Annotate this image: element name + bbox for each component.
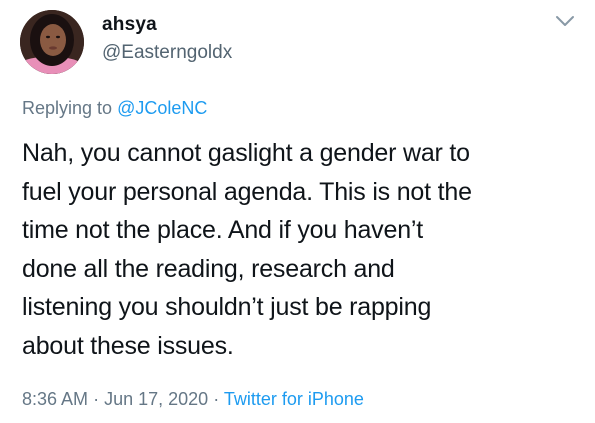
author-handle[interactable]: @Easterngoldx	[102, 42, 232, 64]
replying-to-label: Replying to	[22, 98, 113, 118]
meta-separator: ·	[213, 389, 220, 409]
tweet-source[interactable]: Twitter for iPhone	[224, 389, 364, 409]
author-display-name[interactable]: ahsya	[102, 14, 157, 36]
replying-to-mention[interactable]: @JColeNC	[117, 98, 207, 118]
tweet-meta: 8:36 AM · Jun 17, 2020 · Twitter for iPh…	[22, 389, 364, 410]
meta-separator: ·	[93, 389, 100, 409]
tweet: ahsya @Easterngoldx Replying to @JColeNC…	[0, 0, 595, 423]
chevron-down-glyph	[556, 16, 574, 26]
tweet-text: Nah, you cannot gaslight a gender war to…	[22, 139, 472, 360]
avatar-image	[20, 10, 84, 74]
chevron-down-icon[interactable]	[554, 14, 576, 28]
replying-to: Replying to @JColeNC	[22, 98, 207, 119]
tweet-date[interactable]: Jun 17, 2020	[104, 389, 208, 409]
avatar[interactable]	[20, 10, 84, 74]
tweet-time[interactable]: 8:36 AM	[22, 389, 88, 409]
